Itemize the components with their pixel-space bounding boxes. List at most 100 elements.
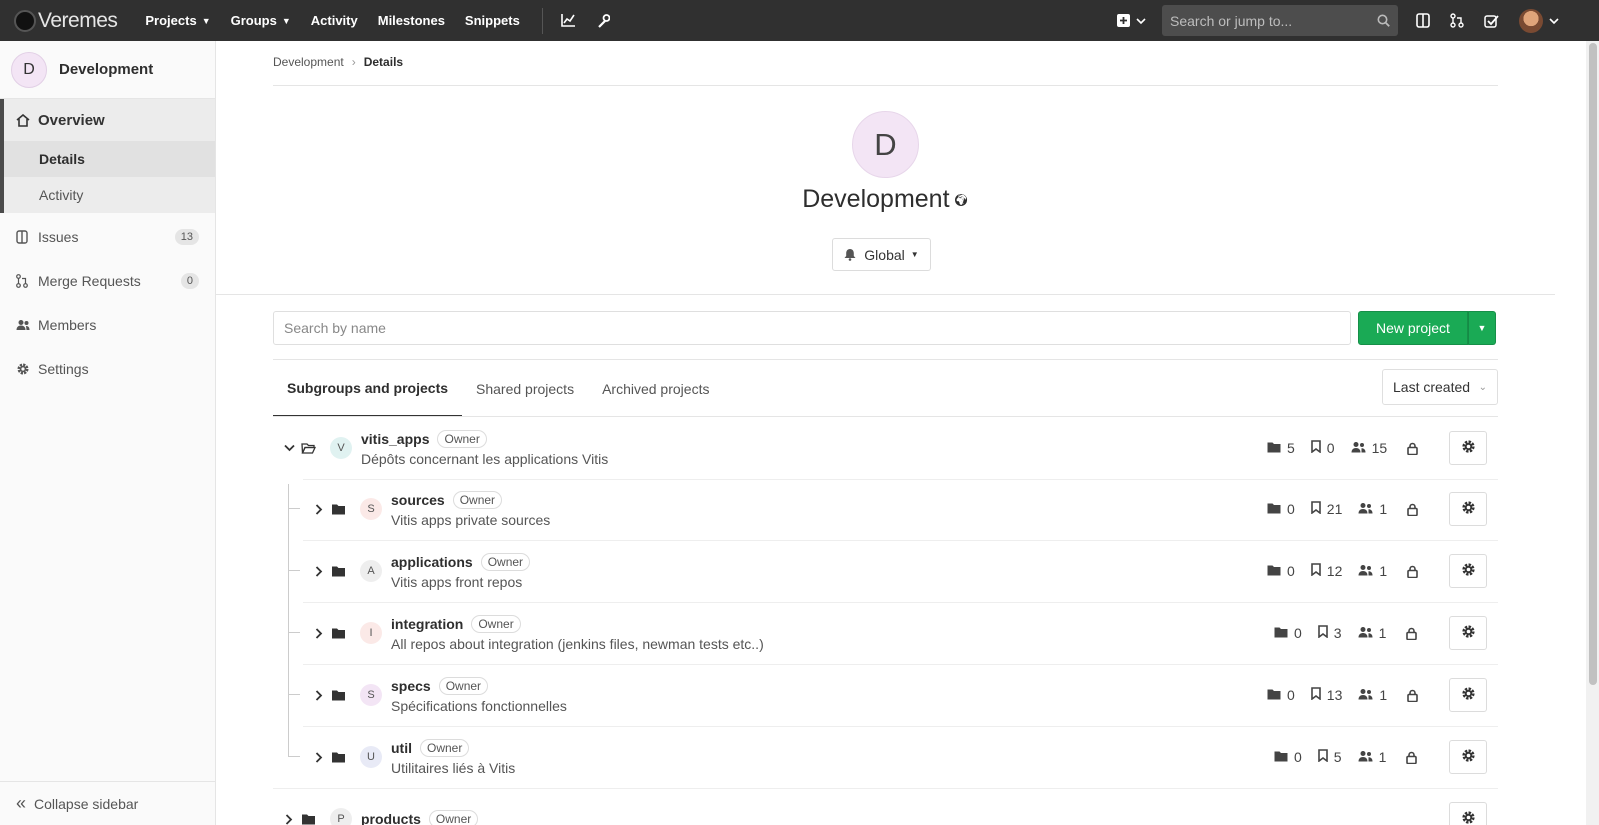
sidebar-item-settings[interactable]: Settings <box>0 347 215 391</box>
sidebar-item-label: Merge Requests <box>38 273 141 289</box>
breadcrumb-divider <box>273 85 1498 86</box>
group-settings-button[interactable] <box>1449 616 1487 650</box>
issues-count-badge: 13 <box>174 229 199 245</box>
page-title: Development 🌍︎ <box>216 185 1555 214</box>
lock-icon <box>1406 627 1418 640</box>
group-description: Dépôts concernant les applications Vitis <box>361 450 609 467</box>
users-icon <box>1358 501 1379 517</box>
new-project-dropdown-toggle[interactable]: ▼ <box>1467 311 1496 345</box>
search-input[interactable] <box>1170 12 1360 29</box>
group-description: Vitis apps front repos <box>391 573 523 590</box>
nav-milestones-label: Milestones <box>377 13 445 28</box>
scrollbar-thumb[interactable] <box>1589 43 1597 685</box>
group-row[interactable]: Sspecs Owner Spécifications fonctionnelles <box>313 664 567 726</box>
chevron-right-icon[interactable] <box>313 503 325 515</box>
chevron-right-icon[interactable] <box>313 751 325 763</box>
members-count: 1 <box>1379 501 1388 517</box>
group-settings-button[interactable] <box>1449 802 1487 825</box>
sidebar-subitem-activity[interactable]: Activity <box>4 177 215 213</box>
members-count: 1 <box>1379 563 1388 579</box>
projects-count: 3 <box>1333 625 1342 641</box>
caret-down-icon: ▼ <box>910 250 919 259</box>
group-settings-button[interactable] <box>1449 492 1487 526</box>
group-settings-button[interactable] <box>1449 431 1487 465</box>
chevron-down-icon <box>1136 17 1146 24</box>
sidebar-item-overview[interactable]: Overview <box>0 99 215 141</box>
projects-stat: 21 <box>1310 501 1342 517</box>
filter-by-name-input[interactable] <box>273 311 1351 345</box>
chevron-down-icon[interactable] <box>283 444 295 452</box>
tree-connector <box>288 570 300 571</box>
sidebar-item-members[interactable]: Members <box>0 303 215 347</box>
sidebar-item-issues[interactable]: Issues 13 <box>0 215 215 259</box>
tab-archived-projects[interactable]: Archived projects <box>588 360 723 417</box>
breadcrumb-current[interactable]: Details <box>364 55 403 69</box>
folder-icon <box>331 627 346 639</box>
top-navbar: Veremes Projects ▼ Groups ▼ Activity Miles… <box>0 0 1599 41</box>
sidebar-item-merge-requests[interactable]: Merge Requests 0 <box>0 259 215 303</box>
chevron-right-icon[interactable] <box>283 813 295 825</box>
group-name-row: sources Owner <box>391 490 550 509</box>
projects-stat: 3 <box>1317 625 1342 641</box>
tab-shared-projects[interactable]: Shared projects <box>462 360 588 417</box>
group-name-link[interactable]: products <box>361 811 421 825</box>
subgroups-count: 0 <box>1294 749 1302 765</box>
group-name-link[interactable]: sources <box>391 492 445 508</box>
group-name-link[interactable]: applications <box>391 554 473 570</box>
group-name-link[interactable]: vitis_apps <box>361 431 429 447</box>
bookmark-icon <box>1310 687 1327 703</box>
merge-request-icon[interactable] <box>1450 13 1464 28</box>
new-project-button[interactable]: New project <box>1358 311 1468 345</box>
group-row[interactable]: Vvitis_apps Owner Dépôts concernant les ap… <box>283 417 608 479</box>
chart-icon[interactable] <box>561 14 575 27</box>
chevron-down-icon[interactable] <box>1549 17 1559 25</box>
nav-activity[interactable]: Activity <box>311 13 358 28</box>
context-header[interactable]: D Development <box>0 41 215 99</box>
global-search[interactable] <box>1162 5 1398 36</box>
sort-dropdown[interactable]: Last created ⌄ <box>1382 369 1498 405</box>
chevron-right-icon[interactable] <box>313 565 325 577</box>
folder-icon <box>331 565 346 577</box>
notification-dropdown[interactable]: Global ▼ <box>832 238 931 271</box>
group-settings-button[interactable] <box>1449 678 1487 712</box>
group-tabs: Subgroups and projects Shared projects A… <box>273 360 723 417</box>
nav-projects[interactable]: Projects ▼ <box>145 13 210 28</box>
new-item-dropdown[interactable] <box>1117 14 1146 27</box>
subgroups-stat: 0 <box>1267 563 1295 579</box>
nav-groups[interactable]: Groups ▼ <box>231 13 291 28</box>
sidebar-subitem-details[interactable]: Details <box>4 141 215 177</box>
wrench-icon[interactable] <box>597 13 610 28</box>
group-row[interactable]: Uutil Owner Utilitaires liés à Vitis <box>313 726 515 788</box>
access-level-badge: Owner <box>452 490 503 509</box>
tree-connector <box>288 508 300 509</box>
chevron-right-icon[interactable] <box>313 627 325 639</box>
chevron-right-icon[interactable] <box>313 689 325 701</box>
nav-milestones[interactable]: Milestones <box>378 13 445 28</box>
gear-icon <box>1461 748 1476 766</box>
group-name-link[interactable]: util <box>391 740 412 756</box>
group-avatar: D <box>852 111 919 178</box>
nav-snippets[interactable]: Snippets <box>465 13 520 28</box>
group-name-link[interactable]: integration <box>391 616 463 632</box>
group-settings-button[interactable] <box>1449 554 1487 588</box>
page-scrollbar[interactable] <box>1586 41 1599 825</box>
lock-icon <box>1407 565 1418 578</box>
todo-check-icon[interactable] <box>1484 14 1499 28</box>
group-name-link[interactable]: specs <box>391 678 431 694</box>
tab-subgroups-and-projects[interactable]: Subgroups and projects <box>273 360 463 417</box>
group-row[interactable]: Iintegration Owner All repos about integra… <box>313 602 764 664</box>
lock-icon <box>1407 689 1418 702</box>
breadcrumb-parent-link[interactable]: Development <box>273 55 344 69</box>
brand-logo[interactable]: Veremes <box>14 9 118 33</box>
subgroups-stat: 0 <box>1267 687 1295 703</box>
sidebar-item-label: Members <box>38 317 97 333</box>
group-settings-button[interactable] <box>1449 740 1487 774</box>
user-avatar[interactable] <box>1519 8 1543 33</box>
group-row[interactable]: Ssources Owner Vitis apps private sources <box>313 478 550 540</box>
issues-icon[interactable] <box>1416 13 1430 28</box>
group-row[interactable]: Aapplications Owner Vitis apps front repos <box>313 540 531 602</box>
collapse-sidebar-button[interactable]: « Collapse sidebar <box>0 781 215 825</box>
group-row[interactable]: Pproducts Owner <box>283 788 479 825</box>
navbar-right <box>1117 0 1559 41</box>
members-stat: 15 <box>1351 440 1387 456</box>
